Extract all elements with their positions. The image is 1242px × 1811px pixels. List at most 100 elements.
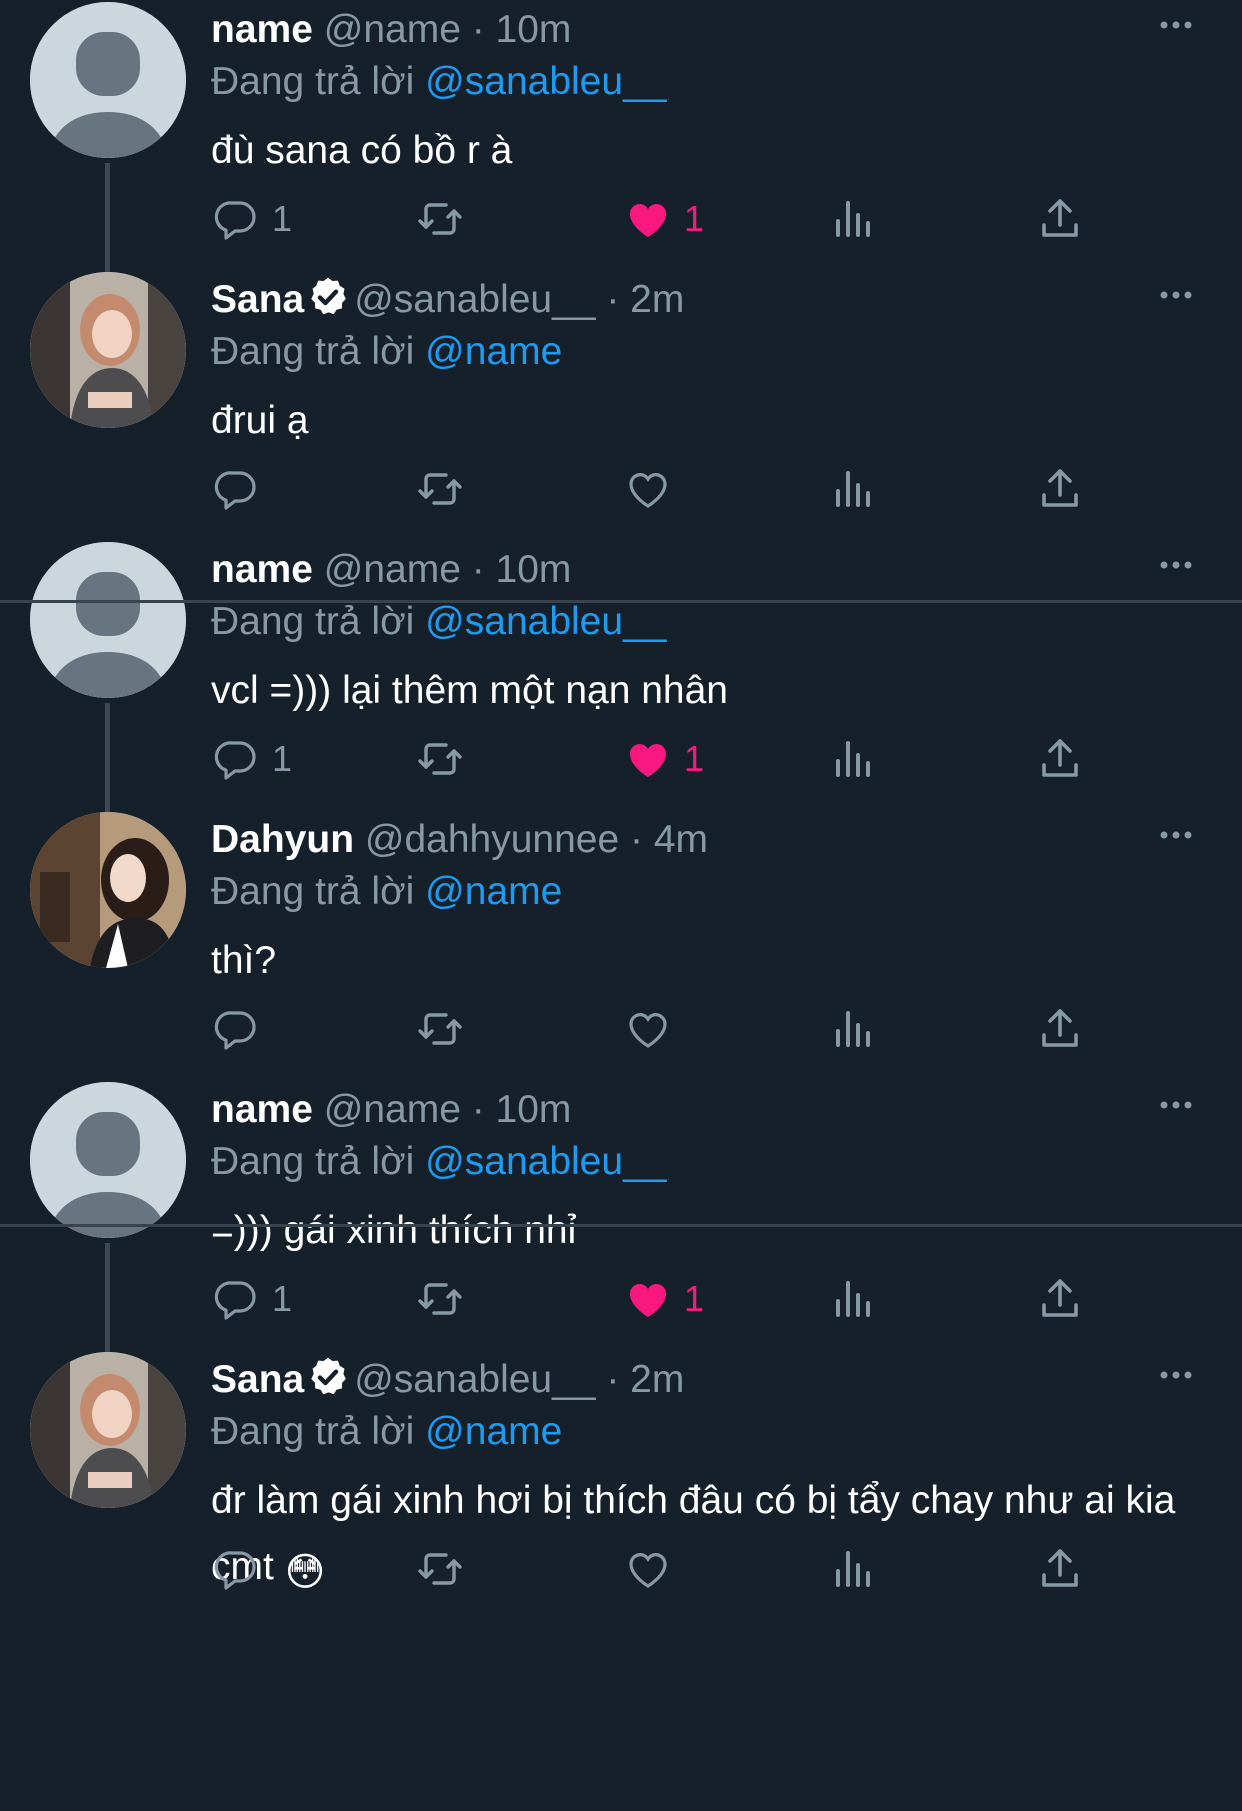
user-handle[interactable]: @name (324, 1088, 461, 1131)
user-handle[interactable]: @sanableu__ (354, 1358, 595, 1401)
more-icon[interactable] (1156, 280, 1196, 310)
like-button[interactable] (624, 1534, 684, 1604)
tweet-text: =))) gái xinh thích nhỉ (211, 1198, 1211, 1264)
heart-icon (624, 1275, 672, 1323)
user-handle[interactable]: @name (324, 548, 461, 591)
views-button[interactable] (830, 454, 878, 524)
user-handle[interactable]: @sanableu__ (354, 278, 595, 321)
reply-button[interactable] (212, 1534, 272, 1604)
like-button[interactable]: 1 (624, 1264, 704, 1334)
tweet-header: name @name · 10m (211, 542, 571, 598)
retweet-button[interactable] (416, 1534, 464, 1604)
timestamp[interactable]: · 2m (606, 1358, 684, 1401)
share-button[interactable] (1036, 1534, 1084, 1604)
replying-to-label: Đang trả lời (211, 1410, 415, 1453)
views-icon (830, 1545, 878, 1593)
display-name[interactable]: Dahyun (211, 818, 354, 861)
share-button[interactable] (1036, 184, 1084, 254)
avatar[interactable] (30, 1082, 186, 1238)
like-button[interactable] (624, 454, 684, 524)
avatar[interactable] (30, 272, 186, 428)
share-button[interactable] (1036, 454, 1084, 524)
tweet-body: đrui ạ (211, 399, 309, 442)
share-button[interactable] (1036, 994, 1084, 1064)
retweet-icon (416, 735, 464, 783)
reply-button[interactable]: 1 (212, 1264, 292, 1334)
like-button[interactable]: 1 (624, 724, 704, 794)
share-button[interactable] (1036, 724, 1084, 794)
more-icon[interactable] (1156, 1360, 1196, 1390)
retweet-icon (416, 195, 464, 243)
mention-link[interactable]: @name (425, 330, 562, 373)
tweet-body: đù sana có bồ r à (211, 129, 513, 172)
tweet-text: đù sana có bồ r à (211, 118, 1211, 184)
views-button[interactable] (830, 994, 878, 1064)
views-icon (830, 1275, 878, 1323)
replying-to: Đang trả lời @name (211, 864, 562, 920)
more-icon[interactable] (1156, 550, 1196, 580)
reply-count: 1 (272, 198, 293, 239)
retweet-button[interactable] (416, 994, 464, 1064)
replying-to-label: Đang trả lời (211, 60, 415, 103)
like-button[interactable]: 1 (624, 184, 704, 254)
views-button[interactable] (830, 1534, 878, 1604)
retweet-button[interactable] (416, 724, 464, 794)
share-icon (1036, 1275, 1084, 1323)
reply-button[interactable]: 1 (212, 184, 292, 254)
mention-link[interactable]: @name (425, 1410, 562, 1453)
verified-badge-icon (306, 275, 350, 319)
timestamp[interactable]: · 10m (472, 8, 572, 51)
mention-link[interactable]: @sanableu__ (425, 1140, 666, 1183)
mention-link[interactable]: @sanableu__ (425, 600, 666, 643)
views-button[interactable] (830, 184, 878, 254)
retweet-button[interactable] (416, 454, 464, 524)
heart-icon (624, 465, 672, 513)
tweet-header: Dahyun @dahhyunnee · 4m (211, 812, 708, 868)
timestamp[interactable]: · 10m (472, 548, 572, 591)
views-icon (830, 465, 878, 513)
avatar[interactable] (30, 2, 186, 158)
like-button[interactable] (624, 994, 684, 1064)
replying-to: Đang trả lời @sanableu__ (211, 54, 666, 110)
mention-link[interactable]: @sanableu__ (425, 60, 666, 103)
thread-divider (0, 1224, 1242, 1227)
display-name[interactable]: Sana (211, 278, 304, 321)
views-icon (830, 1005, 878, 1053)
display-name[interactable]: name (211, 8, 313, 51)
avatar[interactable] (30, 1352, 186, 1508)
display-name[interactable]: name (211, 548, 313, 591)
user-handle[interactable]: @name (324, 8, 461, 51)
action-bar: 11 (0, 1264, 1242, 1334)
reply-button[interactable] (212, 994, 272, 1064)
tweet-header: name @name · 10m (211, 1082, 571, 1138)
action-bar: 11 (0, 724, 1242, 794)
display-name[interactable]: Sana (211, 1358, 304, 1401)
reply-count: 1 (272, 1278, 293, 1319)
views-button[interactable] (830, 1264, 878, 1334)
timestamp[interactable]: · 4m (630, 818, 708, 861)
avatar[interactable] (30, 812, 186, 968)
more-icon[interactable] (1156, 1090, 1196, 1120)
more-icon[interactable] (1156, 10, 1196, 40)
retweet-button[interactable] (416, 184, 464, 254)
retweet-button[interactable] (416, 1264, 464, 1334)
avatar[interactable] (30, 542, 186, 698)
user-handle[interactable]: @dahhyunnee (365, 818, 619, 861)
timestamp[interactable]: · 2m (606, 278, 684, 321)
more-icon[interactable] (1156, 820, 1196, 850)
tweet-text: thì? (211, 928, 1211, 994)
reply-button[interactable] (212, 454, 272, 524)
timestamp[interactable]: · 10m (472, 1088, 572, 1131)
mention-link[interactable]: @name (425, 870, 562, 913)
reply-button[interactable]: 1 (212, 724, 292, 794)
share-icon (1036, 465, 1084, 513)
share-icon (1036, 195, 1084, 243)
tweet-header: Sana @sanableu__ · 2m (211, 1352, 684, 1408)
share-button[interactable] (1036, 1264, 1084, 1334)
retweet-icon (416, 465, 464, 513)
like-count: 1 (684, 738, 705, 779)
views-button[interactable] (830, 724, 878, 794)
display-name[interactable]: name (211, 1088, 313, 1131)
heart-icon (624, 1545, 672, 1593)
heart-icon (624, 735, 672, 783)
